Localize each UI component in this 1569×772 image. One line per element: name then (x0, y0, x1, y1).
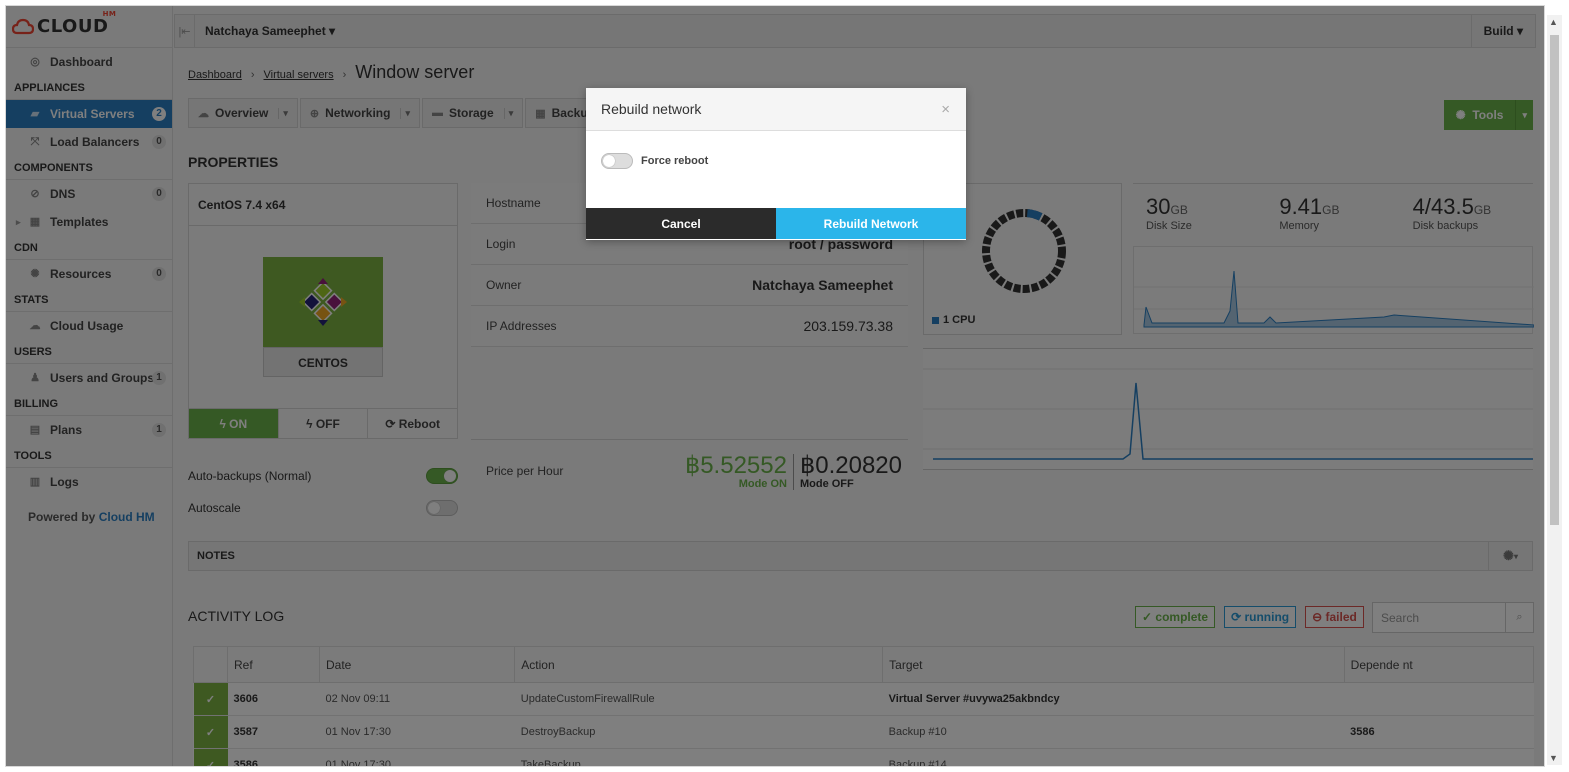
force-reboot-toggle[interactable] (601, 153, 633, 169)
scrollbar[interactable]: ▲ ▼ (1547, 15, 1562, 765)
dialog-title: Rebuild network (601, 101, 702, 117)
app-window: CLOUDHM ◎DashboardAPPLIANCES▰Virtual Ser… (5, 5, 1545, 767)
scroll-up-icon[interactable]: ▲ (1549, 17, 1558, 27)
rebuild-network-dialog: Rebuild network × Force reboot Cancel Re… (586, 88, 966, 240)
dialog-body: Force reboot (586, 131, 966, 208)
scroll-down-icon[interactable]: ▼ (1549, 753, 1558, 763)
dialog-footer: Cancel Rebuild Network (586, 208, 966, 239)
close-icon[interactable]: × (941, 101, 950, 118)
dialog-header: Rebuild network × (586, 88, 966, 131)
force-reboot-label: Force reboot (641, 155, 709, 167)
cancel-button[interactable]: Cancel (586, 208, 776, 239)
scrollbar-thumb[interactable] (1550, 35, 1559, 525)
rebuild-network-button[interactable]: Rebuild Network (776, 208, 966, 239)
